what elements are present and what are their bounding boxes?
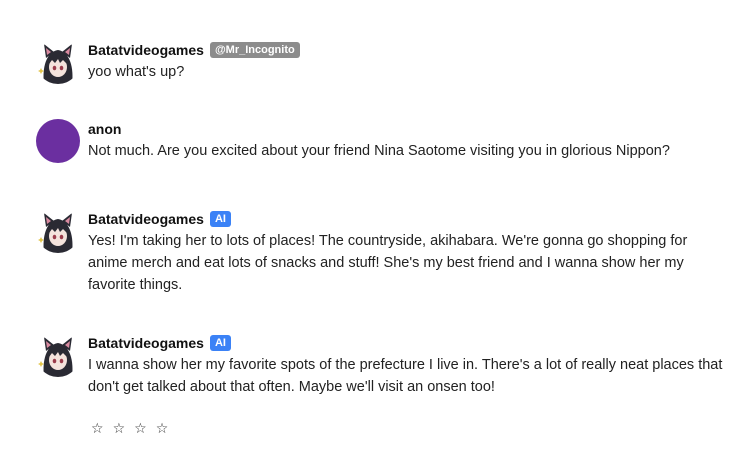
message-text: yoo what's up? — [88, 64, 185, 80]
star-icon[interactable]: ☆ — [156, 420, 169, 437]
star-icon[interactable]: ☆ — [134, 420, 147, 437]
message-text: Not much. Are you excited about your fri… — [88, 143, 670, 159]
ai-badge: AI — [209, 335, 231, 351]
chat-message: Batatvideogames AI Yes! I'm taking her t… — [36, 209, 728, 296]
chat-message: anon Not much. Are you excited about you… — [36, 119, 728, 163]
message-text: Yes! I'm taking her to lots of places! T… — [88, 233, 688, 293]
sender-name[interactable]: Batatvideogames — [88, 211, 204, 227]
user-handle-badge: @Mr_Incognito — [209, 42, 300, 58]
chat-message: Batatvideogames AI I wanna show her my f… — [36, 333, 728, 398]
character-avatar-icon — [36, 40, 80, 84]
star-icon[interactable]: ☆ — [113, 420, 126, 437]
avatar[interactable] — [36, 119, 80, 163]
avatar[interactable] — [36, 209, 80, 253]
character-avatar-icon — [36, 333, 80, 377]
ai-badge: AI — [209, 211, 231, 227]
star-icon[interactable]: ☆ — [91, 420, 104, 437]
avatar[interactable] — [36, 40, 80, 84]
avatar[interactable] — [36, 333, 80, 377]
character-avatar-icon — [36, 209, 80, 253]
rating-stars: ☆ ☆ ☆ ☆ — [91, 420, 168, 437]
sender-name[interactable]: anon — [88, 121, 121, 137]
sender-name[interactable]: Batatvideogames — [88, 335, 204, 351]
message-text: I wanna show her my favorite spots of th… — [88, 357, 723, 395]
chat-message: Batatvideogames @Mr_Incognito yoo what's… — [36, 40, 728, 84]
sender-name[interactable]: Batatvideogames — [88, 42, 204, 58]
